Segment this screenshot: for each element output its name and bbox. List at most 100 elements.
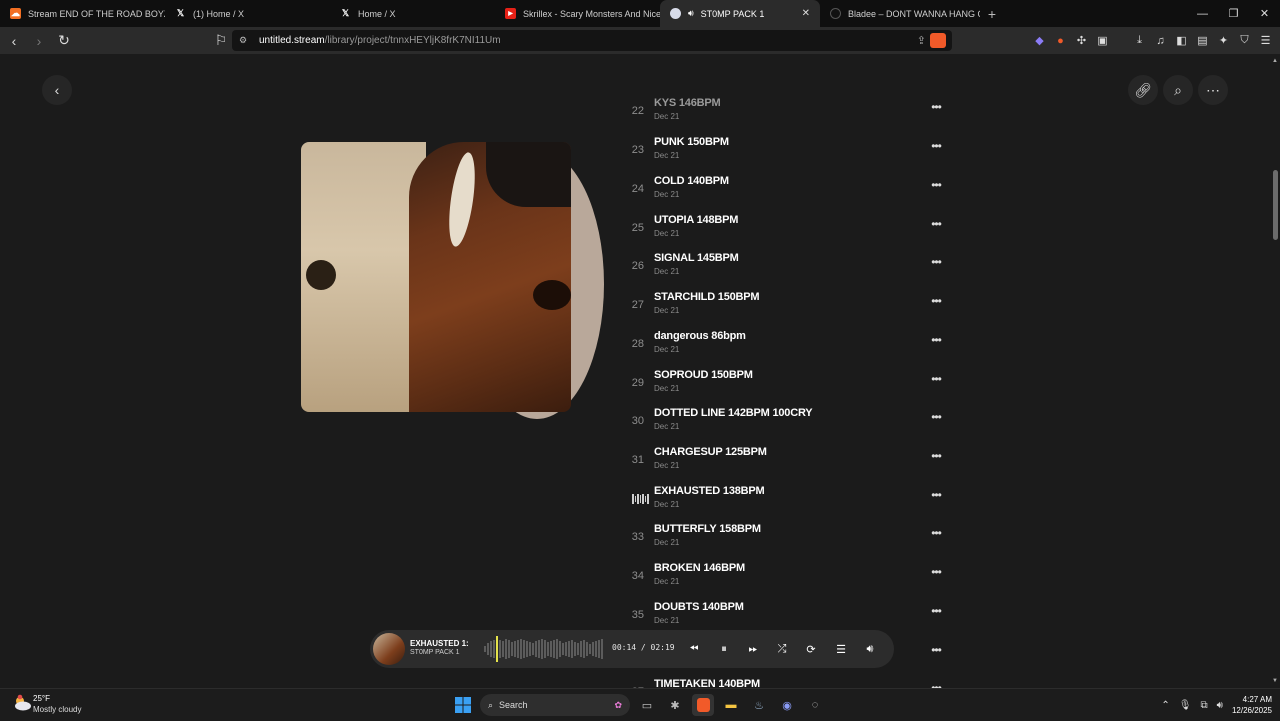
track-more-icon[interactable]: ••• [928, 449, 944, 463]
show-hidden-icons[interactable]: ⌃ [1161, 700, 1169, 711]
track-row[interactable]: 24 COLD 140BPM Dec 21 ••• [620, 171, 950, 209]
tab-youtube[interactable]: ▶ Skrillex - Scary Monsters And Nice Sp [495, 0, 660, 27]
track-row[interactable]: 28 dangerous 86bpm Dec 21 ••• [620, 326, 950, 364]
track-more-icon[interactable]: ••• [928, 681, 944, 688]
track-more-icon[interactable]: ••• [928, 643, 944, 657]
new-tab-button[interactable]: + [980, 0, 1004, 27]
menu-icon[interactable]: ☰ [1259, 34, 1272, 47]
download-icon[interactable]: ⤓ [1133, 34, 1146, 47]
steam-icon[interactable]: ♨ [748, 694, 770, 716]
close-tab-icon[interactable]: ✕ [802, 8, 810, 19]
track-more-icon[interactable]: ••• [928, 178, 944, 192]
volume-icon[interactable]: 🔊︎ [860, 639, 880, 659]
next-icon[interactable]: ⏩︎ [743, 639, 763, 659]
minimize-icon[interactable]: — [1187, 0, 1218, 27]
search-button[interactable]: ⌕ [1163, 75, 1193, 105]
repeat-icon[interactable]: ⟳ [801, 639, 821, 659]
tab-search-icon[interactable]: ▣ [1096, 34, 1109, 47]
tab-title: Stream END OF THE ROAD BOYZ by [28, 8, 165, 19]
track-more-icon[interactable]: ••• [928, 100, 944, 114]
track-row[interactable]: 26 SIGNAL 145BPM Dec 21 ••• [620, 248, 950, 286]
page-scrollbar[interactable]: ▲ ▼ [1270, 54, 1280, 688]
back-button[interactable]: ‹ [42, 75, 72, 105]
track-more-icon[interactable]: ••• [928, 255, 944, 269]
brave-browser-icon[interactable] [692, 694, 714, 716]
leo-icon[interactable]: ✦ [1217, 34, 1230, 47]
close-window-icon[interactable]: ✕ [1249, 0, 1280, 27]
track-more-icon[interactable]: ••• [928, 217, 944, 231]
player-playhead[interactable] [496, 636, 498, 662]
track-more-icon[interactable]: ••• [928, 565, 944, 579]
track-date: Dec 21 [654, 229, 680, 238]
track-row[interactable]: 22 KYS 146BPM Dec 21 ••• [620, 93, 950, 131]
speaker-icon[interactable]: 🔊︎ [1217, 700, 1223, 711]
track-more-icon[interactable]: ••• [928, 410, 944, 424]
brave-shields-icon[interactable] [930, 33, 946, 48]
track-more-icon[interactable]: ••• [928, 139, 944, 153]
tab-stomp-pack[interactable]: 🔊︎ ST0MP PACK 1 ✕ [660, 0, 820, 27]
widgets-icon[interactable]: ✱ [664, 694, 686, 716]
extension-icon[interactable]: ◆ [1033, 34, 1046, 47]
back-icon[interactable]: ‹ [4, 31, 24, 51]
scrollbar-thumb[interactable] [1273, 170, 1278, 240]
track-row[interactable]: 27 STARCHILD 150BPM Dec 21 ••• [620, 287, 950, 325]
track-number: 31 [631, 454, 644, 466]
clock[interactable]: 4:27 AM 12/26/2025 [1232, 694, 1272, 716]
track-row[interactable]: 25 UTOPIA 148BPM Dec 21 ••• [620, 210, 950, 248]
tab-soundcloud[interactable]: ☁ Stream END OF THE ROAD BOYZ by [0, 0, 165, 27]
bookmark-icon[interactable]: ⚐ [211, 31, 231, 51]
discord-icon[interactable]: ◉ [776, 694, 798, 716]
shuffle-icon[interactable]: ⤮ [772, 639, 792, 659]
queue-icon[interactable]: ☰ [831, 639, 851, 659]
taskbar-search[interactable]: ⌕ Search ✿ [480, 694, 630, 716]
share-icon[interactable]: ⇪ [917, 34, 926, 47]
file-explorer-icon[interactable]: ▬ [720, 694, 742, 716]
track-row[interactable]: 33 BUTTERFLY 158BPM Dec 21 ••• [620, 519, 950, 557]
puzzle-icon[interactable]: ✣ [1075, 34, 1088, 47]
tab-x-home-2[interactable]: 𝕏 Home / X [330, 0, 495, 27]
app-icon[interactable]: ◌ [804, 694, 826, 716]
tab-x-home-1[interactable]: 𝕏 (1) Home / X [165, 0, 330, 27]
site-info-icon[interactable]: ⚙ [239, 35, 253, 46]
track-more-icon[interactable]: ••• [928, 294, 944, 308]
brave-rewards-icon[interactable]: ● [1054, 34, 1067, 47]
sidebar-icon[interactable]: ◧ [1175, 34, 1188, 47]
copy-link-button[interactable]: 🔗︎ [1128, 75, 1158, 105]
reload-icon[interactable]: ↻ [54, 31, 74, 51]
track-more-icon[interactable]: ••• [928, 372, 944, 386]
restore-icon[interactable]: ❐ [1218, 0, 1249, 27]
more-options-button[interactable]: ⋯ [1198, 75, 1228, 105]
track-number: 26 [631, 260, 644, 272]
scroll-down-icon[interactable]: ▼ [1272, 678, 1278, 684]
scroll-up-icon[interactable]: ▲ [1272, 58, 1278, 64]
track-number: 34 [631, 570, 644, 582]
track-more-icon[interactable]: ••• [928, 604, 944, 618]
player-project-name[interactable]: ST0MP PACK 1 [410, 649, 460, 656]
track-row[interactable]: 31 CHARGESUP 125BPM Dec 21 ••• [620, 442, 950, 480]
track-more-icon[interactable]: ••• [928, 333, 944, 347]
media-icon[interactable]: ♫ [1154, 34, 1167, 47]
track-row-playing[interactable]: EXHAUSTED 138BPM Dec 21 ••• [620, 481, 950, 519]
wallet-icon[interactable]: ▤ [1196, 34, 1209, 47]
microphone-icon[interactable]: 🎙︎ [1179, 700, 1192, 711]
player-waveform[interactable] [484, 638, 604, 660]
player-artwork[interactable] [373, 633, 405, 665]
track-row[interactable]: 29 SOPROUD 150BPM Dec 21 ••• [620, 365, 950, 403]
address-bar[interactable]: ⚙ untitled.stream/library/project/tnnxHE… [232, 30, 952, 51]
track-more-icon[interactable]: ••• [928, 488, 944, 502]
task-view-icon[interactable]: ▭ [636, 694, 658, 716]
track-row[interactable]: 37 TIMETAKEN 140BPM ••• [620, 674, 950, 688]
track-row[interactable]: 30 DOTTED LINE 142BPM 100CRY Dec 21 ••• [620, 403, 950, 441]
vpn-icon[interactable]: ⛉ [1238, 34, 1251, 47]
network-icon[interactable]: ⧉ [1201, 700, 1208, 711]
previous-icon[interactable]: ⏪︎ [684, 639, 704, 659]
forward-icon[interactable]: › [29, 31, 49, 51]
tab-bladee[interactable]: Bladee – DONT WANNA HANG OUT [820, 0, 980, 27]
player-track-title[interactable]: EXHAUSTED 1: [410, 639, 472, 648]
track-more-icon[interactable]: ••• [928, 526, 944, 540]
weather-cloud-icon[interactable] [12, 694, 32, 712]
track-row[interactable]: 23 PUNK 150BPM Dec 21 ••• [620, 132, 950, 170]
pause-icon[interactable]: ⏸︎ [714, 639, 734, 659]
windows-start-icon[interactable] [452, 694, 474, 716]
track-row[interactable]: 34 BROKEN 146BPM Dec 21 ••• [620, 558, 950, 596]
